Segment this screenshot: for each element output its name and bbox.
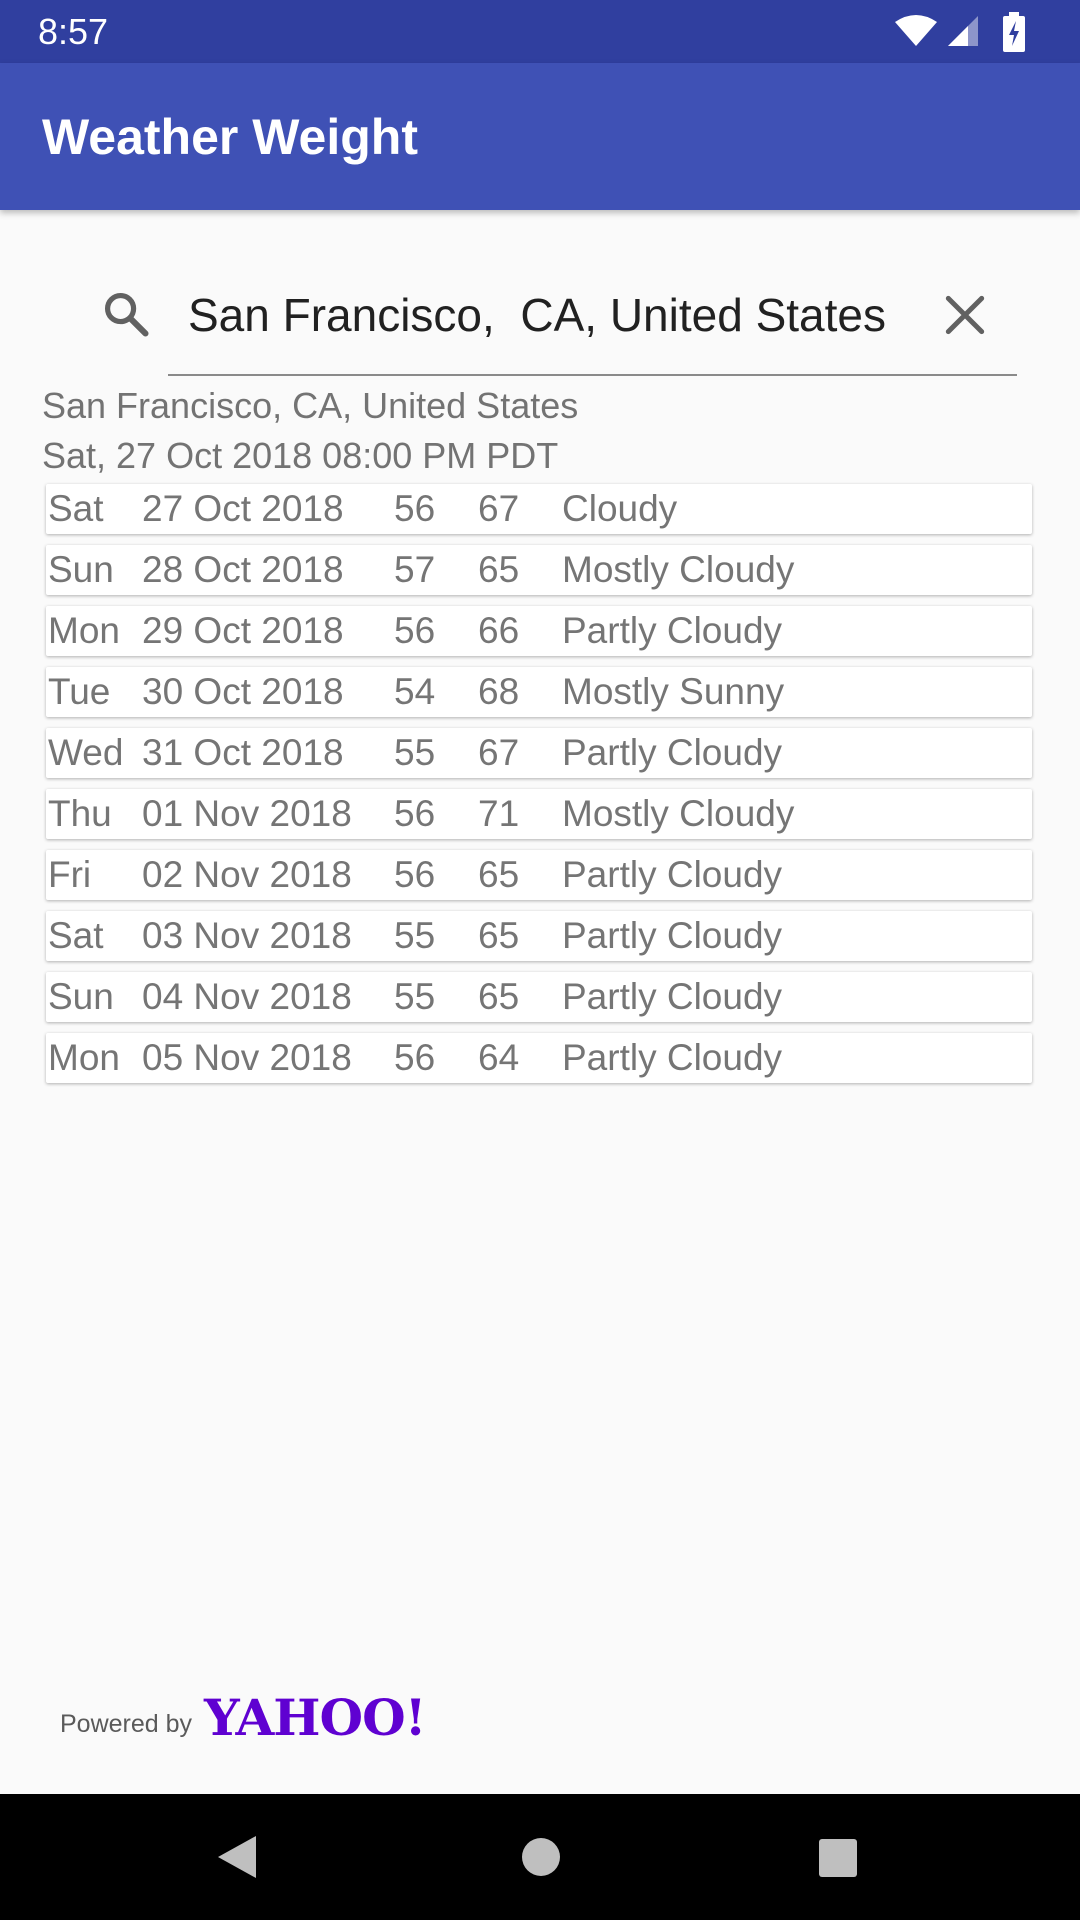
yahoo-logo: YAHOO! <box>204 1688 427 1747</box>
clear-search-button[interactable] <box>940 290 990 340</box>
forecast-condition: Partly Cloudy <box>562 854 783 895</box>
forecast-row[interactable]: Sat 27 Oct 2018 56 67 Cloudy <box>46 484 1032 534</box>
location-label: San Francisco, CA, United States <box>42 385 579 426</box>
forecast-high: 65 <box>478 549 520 590</box>
date-label: Sat, 27 Oct 2018 08:00 PM PDT <box>42 435 559 476</box>
forecast-row[interactable]: Sun 28 Oct 2018 57 65 Mostly Cloudy <box>46 545 1032 595</box>
forecast-high: 67 <box>478 488 520 529</box>
app-title: Weather Weight <box>42 109 418 165</box>
forecast-condition: Partly Cloudy <box>562 915 783 956</box>
forecast-condition: Partly Cloudy <box>562 610 783 651</box>
forecast-high: 66 <box>478 610 520 651</box>
forecast-day: Thu <box>48 793 112 834</box>
forecast-date: 28 Oct 2018 <box>142 549 344 590</box>
forecast-low: 56 <box>394 854 436 895</box>
forecast-row[interactable]: Mon 29 Oct 2018 56 66 Partly Cloudy <box>46 606 1032 656</box>
forecast-day: Fri <box>48 854 92 895</box>
forecast-date: 31 Oct 2018 <box>142 732 344 773</box>
forecast-date: 30 Oct 2018 <box>142 671 344 712</box>
forecast-condition: Cloudy <box>562 488 678 529</box>
forecast-date: 04 Nov 2018 <box>142 976 352 1017</box>
wifi-icon <box>895 15 937 46</box>
forecast-condition: Partly Cloudy <box>562 1037 783 1078</box>
forecast-high: 71 <box>478 793 520 834</box>
forecast-row[interactable]: Mon 05 Nov 2018 56 64 Partly Cloudy <box>46 1033 1032 1083</box>
forecast-condition: Partly Cloudy <box>562 732 783 773</box>
search-underline <box>168 374 1017 376</box>
forecast-condition: Mostly Cloudy <box>562 549 795 590</box>
forecast-date: 01 Nov 2018 <box>142 793 352 834</box>
powered-by-label: Powered by <box>60 1710 193 1738</box>
forecast-low: 57 <box>394 549 436 590</box>
forecast-condition: Mostly Sunny <box>562 671 785 712</box>
search-input[interactable] <box>188 280 908 350</box>
forecast-row[interactable]: Wed 31 Oct 2018 55 67 Partly Cloudy <box>46 728 1032 778</box>
forecast-list: Sat 27 Oct 2018 56 67 Cloudy Sun 28 Oct … <box>46 484 1034 1094</box>
forecast-date: 29 Oct 2018 <box>142 610 344 651</box>
forecast-date: 03 Nov 2018 <box>142 915 352 956</box>
status-time: 8:57 <box>38 11 109 52</box>
yahoo-attribution[interactable]: Powered by YAHOO! <box>60 1688 427 1747</box>
status-icons <box>894 12 1044 52</box>
forecast-date: 02 Nov 2018 <box>142 854 352 895</box>
forecast-low: 56 <box>394 793 436 834</box>
forecast-high: 65 <box>478 976 520 1017</box>
forecast-day: Mon <box>48 610 120 651</box>
forecast-day: Wed <box>48 732 124 773</box>
forecast-row[interactable]: Sat 03 Nov 2018 55 65 Partly Cloudy <box>46 911 1032 961</box>
battery-charging-icon <box>1003 12 1025 52</box>
forecast-condition: Mostly Cloudy <box>562 793 795 834</box>
navigation-bar <box>0 1794 1080 1920</box>
forecast-low: 55 <box>394 976 436 1017</box>
forecast-row[interactable]: Sun 04 Nov 2018 55 65 Partly Cloudy <box>46 972 1032 1022</box>
forecast-date: 05 Nov 2018 <box>142 1037 352 1078</box>
forecast-day: Sat <box>48 915 104 956</box>
search-icon <box>104 292 149 337</box>
forecast-low: 56 <box>394 488 436 529</box>
forecast-row[interactable]: Fri 02 Nov 2018 56 65 Partly Cloudy <box>46 850 1032 900</box>
home-icon[interactable] <box>520 1836 562 1878</box>
forecast-date: 27 Oct 2018 <box>142 488 344 529</box>
forecast-high: 65 <box>478 915 520 956</box>
recents-icon[interactable] <box>818 1838 858 1878</box>
forecast-condition: Partly Cloudy <box>562 976 783 1017</box>
forecast-low: 55 <box>394 732 436 773</box>
back-icon[interactable] <box>214 1834 260 1880</box>
forecast-low: 55 <box>394 915 436 956</box>
forecast-day: Sun <box>48 976 114 1017</box>
status-bar: 8:57 <box>0 0 1080 63</box>
forecast-row[interactable]: Tue 30 Oct 2018 54 68 Mostly Sunny <box>46 667 1032 717</box>
forecast-high: 67 <box>478 732 520 773</box>
forecast-high: 65 <box>478 854 520 895</box>
forecast-row[interactable]: Thu 01 Nov 2018 56 71 Mostly Cloudy <box>46 789 1032 839</box>
forecast-low: 56 <box>394 1037 436 1078</box>
forecast-high: 64 <box>478 1037 520 1078</box>
forecast-low: 54 <box>394 671 436 712</box>
forecast-day: Sun <box>48 549 114 590</box>
signal-icon <box>948 16 978 46</box>
forecast-day: Mon <box>48 1037 120 1078</box>
forecast-day: Tue <box>48 671 111 712</box>
forecast-low: 56 <box>394 610 436 651</box>
app-bar: Weather Weight <box>0 63 1080 210</box>
forecast-day: Sat <box>48 488 104 529</box>
forecast-high: 68 <box>478 671 520 712</box>
